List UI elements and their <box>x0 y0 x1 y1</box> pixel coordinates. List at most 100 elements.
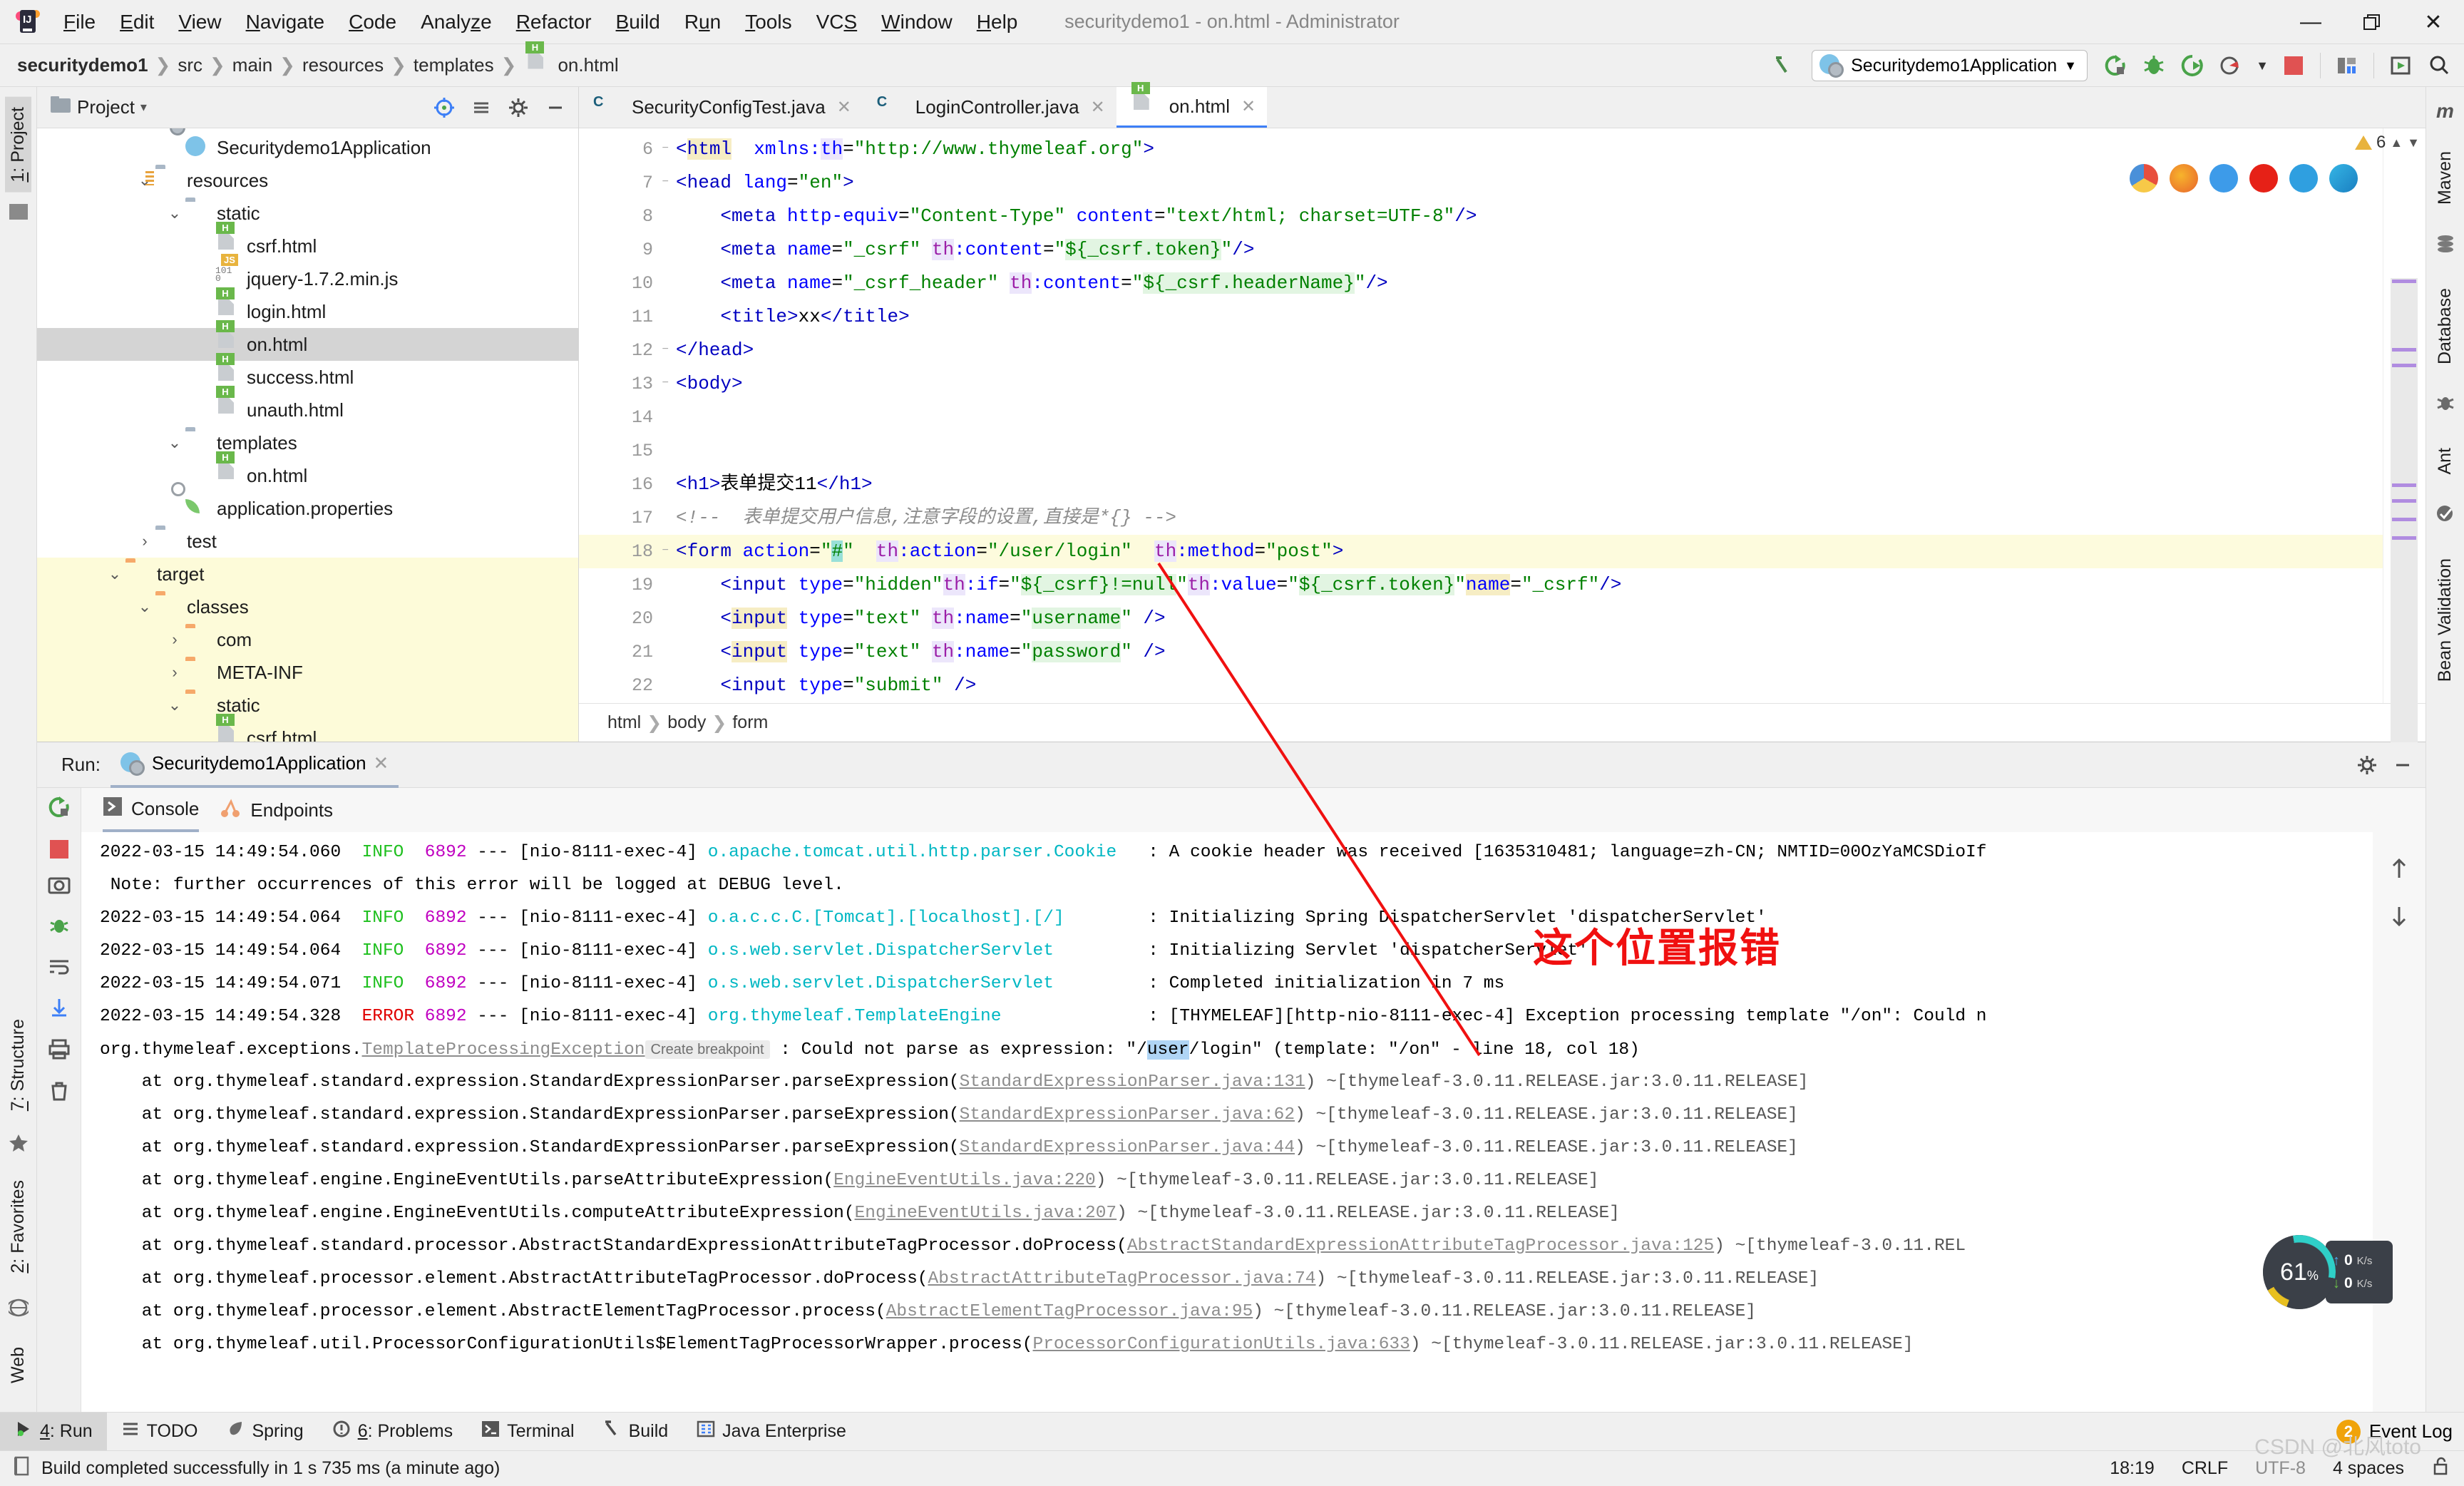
menu-file[interactable]: File <box>51 8 108 36</box>
chevron-down-icon[interactable]: ⌄ <box>164 434 185 452</box>
chevron-right-icon[interactable]: › <box>164 663 185 682</box>
tree-node[interactable]: ⌄ templates <box>37 426 578 459</box>
tab-on-html[interactable]: H on.html ✕ <box>1116 82 1268 128</box>
toolwindow-spring[interactable]: Spring <box>212 1413 317 1451</box>
breadcrumb-body[interactable]: body <box>667 712 706 733</box>
console-output[interactable]: 2022-03-15 14:49:54.060 INFO 6892 --- [n… <box>81 832 2373 1412</box>
tree-node[interactable]: ⌄ resources <box>37 164 578 197</box>
chevron-down-icon[interactable]: ▾ <box>140 100 147 115</box>
menu-analyze[interactable]: Analyze <box>409 8 504 36</box>
breadcrumb-form[interactable]: form <box>732 712 768 733</box>
scroll-to-end-icon[interactable] <box>48 996 70 1023</box>
gear-icon[interactable] <box>2351 749 2383 781</box>
status-line-separator[interactable]: CRLF <box>2182 1458 2228 1479</box>
source-location-link[interactable]: StandardExpressionParser.java:62 <box>960 1105 1295 1124</box>
gutter-line-number[interactable]: 18− <box>579 535 670 568</box>
tree-node[interactable]: ⌄ target <box>37 558 578 590</box>
network-speed-widget[interactable]: 61% ↑ 0 K/s ↓ 0 K/s <box>2263 1235 2393 1309</box>
chevron-right-icon[interactable]: › <box>134 532 155 550</box>
menu-navigate[interactable]: Navigate <box>234 8 337 36</box>
search-icon[interactable] <box>2420 46 2458 85</box>
warning-marker[interactable] <box>2392 364 2416 367</box>
source-location-link[interactable]: EngineEventUtils.java:220 <box>833 1171 1096 1190</box>
toolwindow-problems[interactable]: 6: Problems <box>318 1413 467 1451</box>
breadcrumb-html[interactable]: html <box>607 712 641 733</box>
tree-node[interactable]: Securitydemo1Application <box>37 128 578 164</box>
collapse-all-icon[interactable] <box>466 92 497 123</box>
close-icon[interactable]: ✕ <box>374 752 389 774</box>
tree-node[interactable]: 101 0 JS jquery-1.7.2.min.js <box>37 254 578 295</box>
stack-trace-line[interactable]: at org.thymeleaf.engine.EngineEventUtils… <box>81 1197 2373 1230</box>
breadcrumb-templates[interactable]: templates <box>409 54 498 76</box>
sidebar-item-web[interactable]: Web <box>5 1337 31 1393</box>
window-controls[interactable]: — ✕ <box>2280 0 2464 44</box>
run-with-coverage-button[interactable] <box>2173 46 2212 85</box>
chevron-right-icon[interactable]: › <box>164 630 185 649</box>
tree-node[interactable]: ⌄ static <box>37 689 578 722</box>
chrome-icon[interactable] <box>2130 164 2158 193</box>
gutter-line-number[interactable]: 20 <box>579 602 670 635</box>
gutter-line-number[interactable]: 14 <box>579 401 670 434</box>
minimize-button[interactable]: — <box>2280 0 2341 44</box>
tab-securityconfigtest[interactable]: SecurityConfigTest.java ✕ <box>579 87 863 128</box>
editor-gutter[interactable]: 6−7−8 9 10 11 12−13−14 15 16 17 18−19 20 21 22 <box>579 128 670 703</box>
toolwindow-java-enterprise[interactable]: Java Enterprise <box>682 1413 861 1451</box>
gutter-line-number[interactable]: 13− <box>579 367 670 401</box>
breadcrumb-file[interactable]: on.html <box>553 54 622 76</box>
menu-bar[interactable]: File Edit View Navigate Code Analyze Ref… <box>51 8 1030 36</box>
sidebar-item-project[interactable]: 1: Project <box>5 97 31 193</box>
menu-help[interactable]: Help <box>965 8 1030 36</box>
code-fold-icon[interactable]: − <box>656 344 669 357</box>
tree-node[interactable]: ⌄ static <box>37 197 578 230</box>
chevron-down-icon[interactable]: ⌄ <box>104 565 125 583</box>
stack-trace-line[interactable]: at org.thymeleaf.standard.expression.Sta… <box>81 1066 2373 1099</box>
tab-endpoints[interactable]: Endpoints <box>220 788 333 832</box>
code-fold-icon[interactable]: − <box>656 377 669 390</box>
project-structure-button[interactable] <box>2328 46 2366 85</box>
toolwindow-terminal[interactable]: Terminal <box>467 1413 588 1451</box>
inspection-warning-badge[interactable]: 6 ▲ ▼ <box>2354 133 2420 153</box>
tree-node[interactable]: › META-INF <box>37 656 578 689</box>
close-icon[interactable]: ✕ <box>837 97 851 118</box>
source-location-link[interactable]: AbstractAttributeTagProcessor.java:74 <box>928 1269 1316 1288</box>
left-tool-strip[interactable]: 1: Project 7: Structure 2: Favorites Web <box>0 87 37 1412</box>
run-configuration-selector[interactable]: Securitydemo1Application ▼ <box>1812 50 2088 81</box>
tab-console[interactable]: Console <box>103 788 200 832</box>
breadcrumb-main[interactable]: main <box>228 54 277 76</box>
code-fold-icon[interactable]: − <box>656 545 669 558</box>
gutter-line-number[interactable]: 11 <box>579 300 670 334</box>
print-icon[interactable] <box>48 1038 71 1065</box>
warning-marker[interactable] <box>2392 348 2416 352</box>
chevron-down-icon[interactable]: ⌄ <box>134 598 155 616</box>
stack-trace-line[interactable]: at org.thymeleaf.processor.element.Abstr… <box>81 1263 2373 1296</box>
tree-node[interactable]: ⌄ classes <box>37 590 578 623</box>
opera-icon[interactable] <box>2249 164 2278 193</box>
sidebar-item-favorites[interactable]: 2: Favorites <box>5 1170 31 1283</box>
tree-node[interactable]: Hcsrf.html <box>37 222 578 262</box>
close-button[interactable]: ✕ <box>2403 0 2464 44</box>
stack-trace-line[interactable]: at org.thymeleaf.standard.processor.Abst… <box>81 1230 2373 1263</box>
run-button[interactable] <box>2096 46 2135 85</box>
edge-legacy-icon[interactable] <box>2209 164 2238 193</box>
close-icon[interactable]: ✕ <box>1241 96 1256 117</box>
gutter-line-number[interactable]: 21 <box>579 635 670 669</box>
tab-logincontroller[interactable]: LoginController.java ✕ <box>863 87 1116 128</box>
marker-track[interactable] <box>2391 278 2418 777</box>
toolwindow-todo[interactable]: TODO <box>107 1413 212 1451</box>
menu-vcs[interactable]: VCS <box>804 8 870 36</box>
browser-preview-icons[interactable] <box>2130 164 2358 193</box>
run-right-actions[interactable] <box>2373 788 2426 1412</box>
chevron-up-icon[interactable]: ▲ <box>2390 135 2403 150</box>
chevron-down-icon[interactable]: ▼ <box>2407 135 2420 150</box>
source-location-link[interactable]: EngineEventUtils.java:207 <box>855 1204 1117 1223</box>
menu-code[interactable]: Code <box>337 8 409 36</box>
menu-build[interactable]: Build <box>604 8 672 36</box>
soft-wrap-icon[interactable] <box>48 957 71 980</box>
right-tool-strip[interactable]: m Maven Database Ant Bean Validation <box>2426 87 2464 1412</box>
screenshot-icon[interactable] <box>48 874 71 899</box>
unlocked-icon[interactable] <box>2431 1456 2450 1481</box>
sidebar-item-structure[interactable]: 7: Structure <box>5 1009 31 1121</box>
warning-marker[interactable] <box>2392 483 2416 487</box>
toolwindow-run[interactable]: 4: Run <box>0 1412 107 1451</box>
clear-all-icon[interactable] <box>48 1080 70 1107</box>
